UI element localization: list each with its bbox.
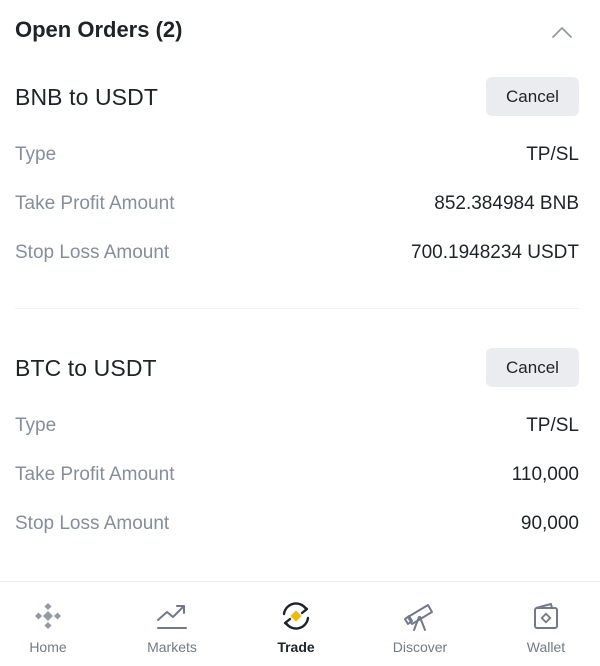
row-value: 852.384984 BNB — [434, 193, 579, 214]
tab-markets[interactable]: Markets — [112, 582, 232, 666]
tab-trade[interactable]: Trade — [236, 582, 356, 666]
row-value: TP/SL — [526, 144, 579, 165]
order-title: BNB to USDT — [15, 84, 158, 110]
row-label: Stop Loss Amount — [15, 513, 170, 534]
tab-label: Discover — [392, 639, 448, 655]
open-orders-header[interactable]: Open Orders (2) — [0, 0, 600, 64]
order-title: BTC to USDT — [15, 355, 157, 381]
order-row-take-profit: Take Profit Amount 110,000 — [15, 460, 579, 490]
tab-label: Trade — [277, 639, 315, 655]
cancel-order-button[interactable]: Cancel — [486, 348, 579, 387]
row-value: TP/SL — [526, 415, 579, 436]
order-divider — [15, 308, 579, 309]
bottom-tab-bar: Home Markets Trade Discover Wallet — [0, 581, 600, 666]
tab-wallet[interactable]: Wallet — [486, 582, 600, 666]
cancel-order-button[interactable]: Cancel — [486, 77, 579, 116]
row-label: Take Profit Amount — [15, 193, 175, 214]
order-row-type: Type TP/SL — [15, 411, 579, 441]
tab-label: Wallet — [526, 639, 566, 655]
binance-logo-icon — [34, 602, 62, 630]
row-label: Type — [15, 415, 57, 436]
section-title: Open Orders (2) — [15, 17, 183, 42]
telescope-icon — [404, 604, 433, 631]
tab-home[interactable]: Home — [0, 582, 108, 666]
chevron-up-icon — [552, 27, 572, 38]
row-label: Type — [15, 144, 57, 165]
order-row-stop-loss: Stop Loss Amount 700.1948234 USDT — [15, 238, 579, 268]
chart-trend-icon — [157, 605, 187, 629]
row-label: Take Profit Amount — [15, 464, 175, 485]
exchange-icon — [282, 602, 310, 630]
tab-discover[interactable]: Discover — [360, 582, 480, 666]
collapse-button[interactable] — [546, 18, 578, 46]
wallet-icon — [534, 603, 558, 629]
order-row-take-profit: Take Profit Amount 852.384984 BNB — [15, 189, 579, 219]
row-value: 110,000 — [511, 464, 579, 485]
order-row-stop-loss: Stop Loss Amount 90,000 — [15, 509, 579, 539]
tab-label: Markets — [147, 639, 197, 655]
order-row-type: Type TP/SL — [15, 140, 579, 170]
row-value: 90,000 — [520, 513, 579, 534]
row-label: Stop Loss Amount — [15, 242, 170, 263]
tab-label: Home — [29, 639, 67, 655]
row-value: 700.1948234 USDT — [411, 242, 579, 263]
open-orders-screen: Open Orders (2) BNB to USDT Cancel Type … — [0, 0, 600, 666]
